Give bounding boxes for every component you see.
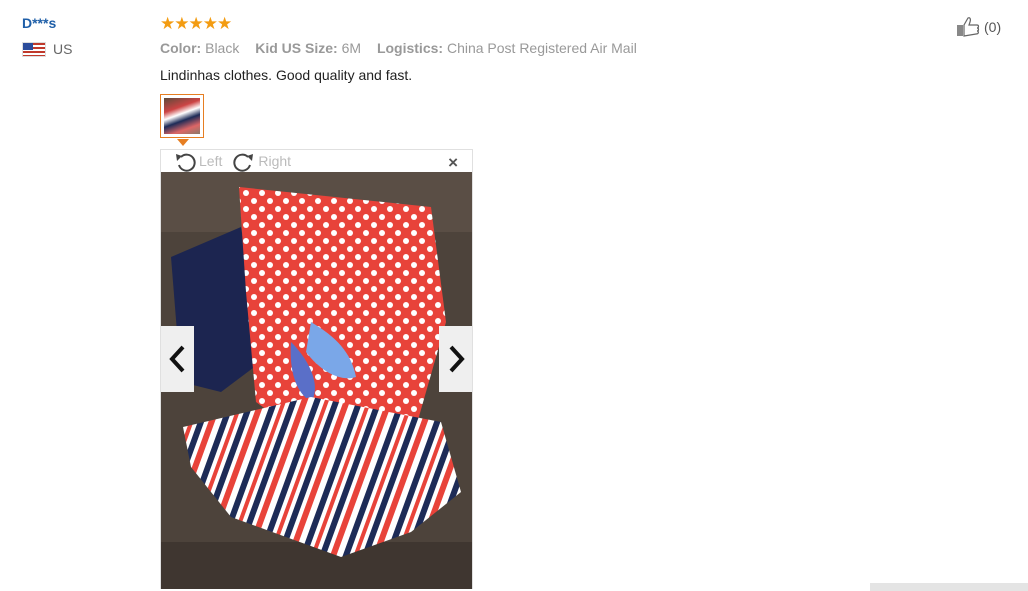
chevron-right-icon xyxy=(449,345,465,373)
review-body: ★★★★★ Color: Black Kid US Size: 6M Logis… xyxy=(160,15,860,83)
thumbs-up-icon xyxy=(957,17,980,37)
meta-logistics: Logistics: China Post Registered Air Mai… xyxy=(377,40,637,56)
review-text: Lindinhas clothes. Good quality and fast… xyxy=(160,67,413,83)
meta-size-value: 6M xyxy=(341,40,362,56)
helpful-button[interactable]: (0) xyxy=(955,16,1001,38)
meta-color: Color: Black xyxy=(160,40,243,56)
rotate-left-label: Left xyxy=(199,153,223,169)
rotate-left-icon xyxy=(176,153,196,172)
review-photo xyxy=(161,172,472,589)
rotate-right-label: Right xyxy=(258,153,292,169)
meta-size-key: Kid US Size: xyxy=(255,40,338,56)
rotate-right-button[interactable]: Right xyxy=(232,150,291,172)
horizontal-scrollbar[interactable] xyxy=(870,583,1028,591)
photo-viewer: Left Right × xyxy=(160,149,473,589)
meta-logistics-value: China Post Registered Air Mail xyxy=(446,40,637,56)
thumbnail-pointer xyxy=(177,139,189,146)
rotate-right-icon xyxy=(233,153,254,172)
meta-color-key: Color: xyxy=(160,40,202,56)
meta-color-value: Black xyxy=(205,40,240,56)
star-rating: ★★★★★ xyxy=(160,14,232,33)
meta-size: Kid US Size: 6M xyxy=(255,40,365,56)
reviewer-country: US xyxy=(22,41,72,57)
review-photo-image xyxy=(161,172,472,589)
meta-logistics-key: Logistics: xyxy=(376,40,444,56)
review-photo-thumbnail[interactable] xyxy=(160,94,204,138)
close-viewer-button[interactable]: × xyxy=(448,153,458,173)
previous-photo-button[interactable] xyxy=(161,326,194,392)
country-code: US xyxy=(53,41,73,57)
reviewer-info: D***s US xyxy=(22,15,72,57)
chevron-left-icon xyxy=(168,345,184,373)
next-photo-button[interactable] xyxy=(439,326,472,392)
thumbnail-image xyxy=(164,98,200,134)
rotate-left-button[interactable]: Left xyxy=(173,150,222,172)
helpful-count: (0) xyxy=(984,19,1002,35)
review-meta: Color: Black Kid US Size: 6M Logistics: … xyxy=(160,40,860,56)
reviewer-name[interactable]: D***s xyxy=(22,15,72,31)
viewer-toolbar: Left Right × xyxy=(161,150,472,172)
us-flag-icon xyxy=(22,41,46,57)
